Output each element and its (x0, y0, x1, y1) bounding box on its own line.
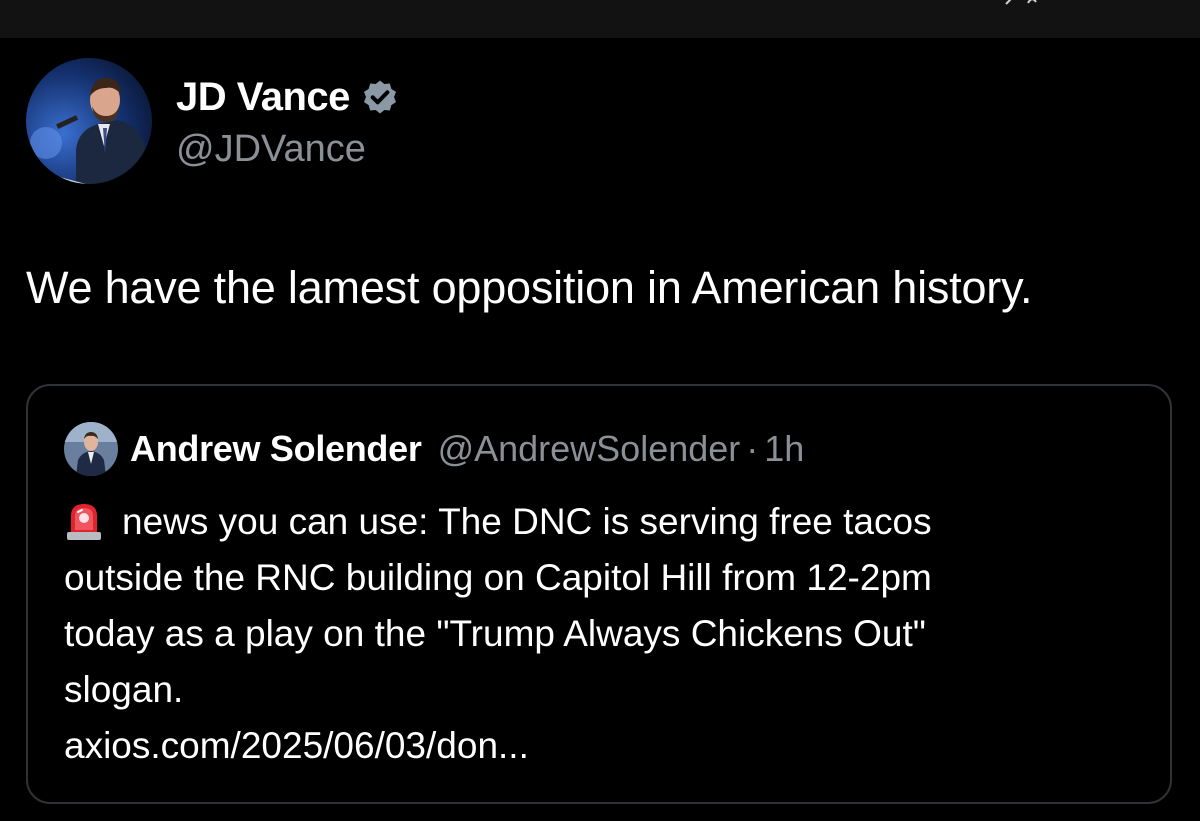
quoted-text-line-1: news you can use: The DNC is serving fre… (122, 501, 932, 542)
quoted-text-line-2: outside the RNC building on Capitol Hill… (64, 557, 932, 598)
post-text: We have the lamest opposition in America… (26, 262, 1033, 313)
author-name[interactable]: JD Vance (176, 75, 350, 120)
quoted-post-text: news you can use: The DNC is serving fre… (64, 494, 1144, 774)
post-header: JD Vance @JDVance (26, 58, 400, 184)
handle-time-separator: · (746, 428, 759, 469)
top-bar-icon (1005, 0, 1037, 5)
quoted-author-handle[interactable]: @AndrewSolender (438, 428, 741, 470)
author-handle[interactable]: @JDVance (176, 128, 400, 171)
verified-badge-icon (363, 80, 396, 113)
top-bar (0, 0, 1200, 38)
author-avatar[interactable] (26, 58, 152, 184)
quoted-author-avatar[interactable] (64, 422, 118, 476)
quoted-post-header: Andrew Solender @AndrewSolender · 1h (64, 422, 804, 476)
quoted-post-time[interactable]: 1h (764, 428, 804, 470)
quoted-text-line-4: slogan. (64, 669, 184, 710)
quoted-post-link[interactable]: axios.com/2025/06/03/don... (64, 718, 1144, 774)
quoted-post-card[interactable]: Andrew Solender @AndrewSolender · 1h new… (26, 384, 1172, 804)
police-siren-icon (67, 504, 101, 540)
quoted-text-line-3: today as a play on the "Trump Always Chi… (64, 613, 926, 654)
quoted-author-name[interactable]: Andrew Solender (130, 428, 422, 470)
quoted-text-line: news you can use: The DNC is serving fre… (64, 494, 1144, 550)
